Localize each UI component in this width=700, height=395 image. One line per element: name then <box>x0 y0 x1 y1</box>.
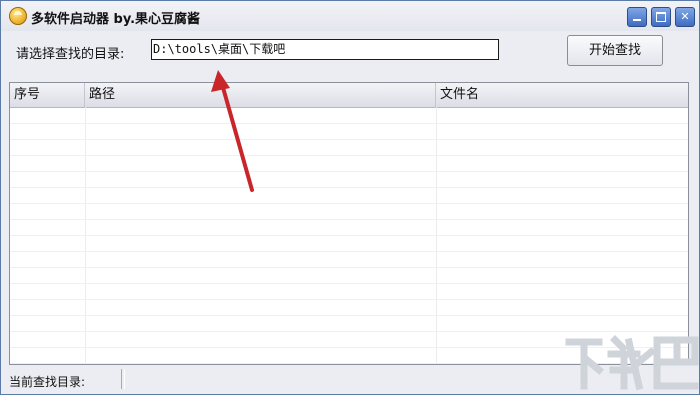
watermark-logo <box>565 335 699 391</box>
arrow-head <box>211 70 230 92</box>
arrow-shaft <box>220 82 254 192</box>
